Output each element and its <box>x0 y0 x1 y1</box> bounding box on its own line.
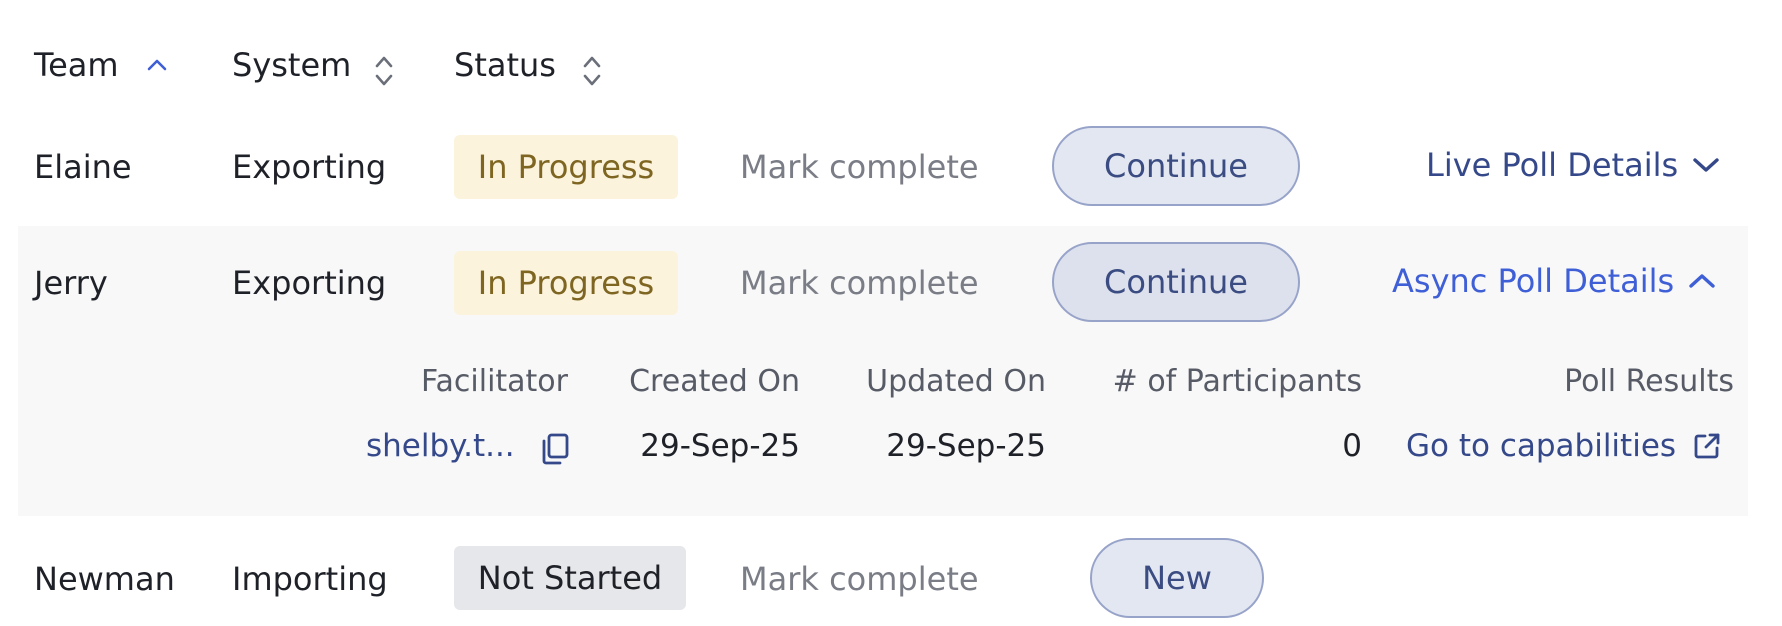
live-poll-details-label: Live Poll Details <box>1426 146 1679 184</box>
sort-icon[interactable] <box>374 54 394 88</box>
chevron-up-icon[interactable] <box>146 58 168 72</box>
async-poll-details-toggle[interactable]: Async Poll Details <box>1392 262 1716 300</box>
new-button[interactable]: New <box>1090 538 1264 618</box>
team-cell: Newman <box>34 560 175 598</box>
system-cell: Exporting <box>232 148 387 186</box>
poll-table: Team System Status Elaine Exporting In P… <box>0 0 1782 626</box>
system-cell: Importing <box>232 560 388 598</box>
column-header-status-label: Status <box>454 46 556 84</box>
external-link-icon <box>1694 433 1720 459</box>
participants-header: # of Participants <box>1112 364 1362 399</box>
go-to-capabilities-label: Go to capabilities <box>1406 428 1677 464</box>
continue-button[interactable]: Continue <box>1052 126 1300 206</box>
column-header-system-label: System <box>232 46 352 84</box>
continue-button[interactable]: Continue <box>1052 242 1300 322</box>
system-cell: Exporting <box>232 264 387 302</box>
go-to-capabilities-link[interactable]: Go to capabilities <box>1406 428 1722 464</box>
created-on-value: 29-Sep-25 <box>640 428 800 464</box>
continue-button-label: Continue <box>1104 147 1248 185</box>
status-badge-label: In Progress <box>477 264 655 302</box>
column-header-team[interactable]: Team <box>34 46 119 84</box>
status-badge-label: In Progress <box>477 148 655 186</box>
mark-complete-link[interactable]: Mark complete <box>740 264 979 302</box>
status-badge: In Progress <box>454 251 678 315</box>
mark-complete-link[interactable]: Mark complete <box>740 148 979 186</box>
updated-on-value: 29-Sep-25 <box>886 428 1046 464</box>
participants-value: 0 <box>1342 428 1362 464</box>
team-cell: Elaine <box>34 148 132 186</box>
facilitator-header: Facilitator <box>421 364 568 399</box>
team-cell: Jerry <box>34 264 108 302</box>
column-header-status[interactable]: Status <box>454 46 556 84</box>
new-button-label: New <box>1142 559 1212 597</box>
continue-button-label: Continue <box>1104 263 1248 301</box>
column-header-system[interactable]: System <box>232 46 351 84</box>
chevron-up-icon <box>1689 274 1715 288</box>
chevron-down-icon <box>1693 158 1719 172</box>
copy-icon[interactable] <box>540 432 570 466</box>
status-badge: Not Started <box>454 546 686 610</box>
live-poll-details-toggle[interactable]: Live Poll Details <box>1426 146 1720 184</box>
poll-results-header: Poll Results <box>1564 364 1734 399</box>
mark-complete-link[interactable]: Mark complete <box>740 560 979 598</box>
sort-icon[interactable] <box>582 54 602 88</box>
column-header-team-label: Team <box>34 46 119 84</box>
created-on-header: Created On <box>629 364 800 399</box>
status-badge-label: Not Started <box>477 559 663 597</box>
facilitator-email-link[interactable]: shelby.t... <box>366 428 515 464</box>
async-poll-details-label: Async Poll Details <box>1392 262 1675 300</box>
updated-on-header: Updated On <box>866 364 1046 399</box>
status-badge: In Progress <box>454 135 678 199</box>
